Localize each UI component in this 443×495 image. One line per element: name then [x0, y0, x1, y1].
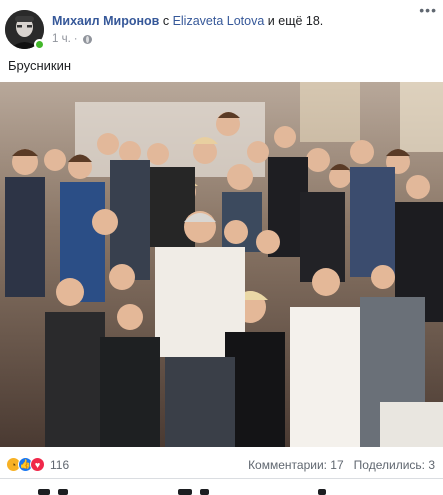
- action-fragment: [58, 489, 68, 495]
- post-message: Брусникин: [8, 58, 72, 73]
- action-fragment: [200, 489, 209, 495]
- post-title-line: Михаил Миронов с Elizaveta Lotova и ещё …: [52, 13, 412, 29]
- action-fragment: [178, 489, 192, 495]
- with-word: с: [162, 14, 170, 28]
- online-status-icon: [34, 39, 45, 50]
- post-header: Михаил Миронов с Elizaveta Lotova и ещё …: [0, 0, 443, 58]
- love-icon: ♥: [30, 457, 45, 472]
- meta-separator: ·: [73, 33, 78, 45]
- author-avatar[interactable]: [5, 10, 45, 50]
- comments-count-link[interactable]: Комментарии: 17: [248, 458, 344, 472]
- action-fragment: [318, 489, 326, 495]
- author-name-link[interactable]: Михаил Миронов: [52, 14, 159, 28]
- post-stats: Комментарии: 17 Поделились: 3: [248, 458, 435, 472]
- reaction-count[interactable]: 116: [50, 458, 69, 472]
- facebook-post: Михаил Миронов с Elizaveta Lotova и ещё …: [0, 0, 443, 495]
- more-dots-icon[interactable]: •••: [419, 2, 437, 18]
- post-photo[interactable]: [0, 82, 443, 447]
- footer-divider: [0, 478, 443, 479]
- action-bar-clipped: [0, 483, 443, 495]
- reactions-summary[interactable]: ◔ 👍 ♥ 116: [6, 457, 69, 472]
- and-more-link[interactable]: и ещё 18.: [268, 14, 324, 28]
- post-footer: ◔ 👍 ♥ 116 Комментарии: 17 Поделились: 3: [0, 452, 443, 478]
- tagged-user-link[interactable]: Elizaveta Lotova: [173, 14, 265, 28]
- globe-icon[interactable]: [82, 34, 92, 44]
- post-time[interactable]: 1 ч.: [52, 33, 71, 45]
- shares-count-link[interactable]: Поделились: 3: [354, 458, 435, 472]
- post-meta: 1 ч. ·: [52, 33, 92, 45]
- action-fragment: [38, 489, 50, 495]
